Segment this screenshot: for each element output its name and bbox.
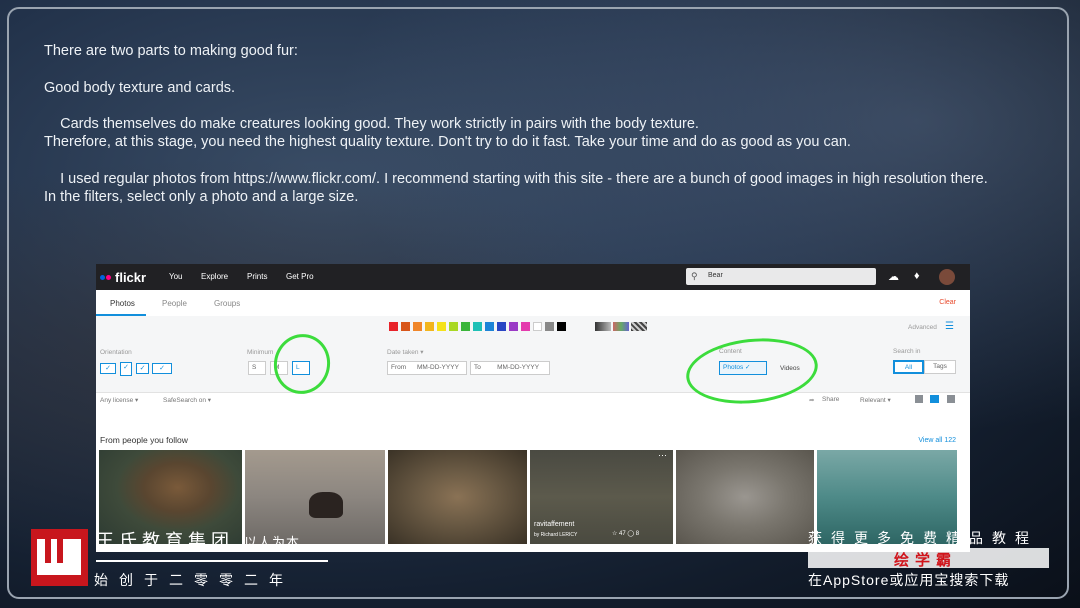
logo-w-notch-right (57, 539, 63, 563)
clear-link[interactable]: Clear (939, 299, 956, 306)
photo-marten[interactable]: ravitaffement by Richard LERICY ☆ 47 ◯ 8… (530, 450, 673, 544)
color-swatch[interactable] (497, 322, 506, 331)
pattern-swatch[interactable] (631, 322, 647, 331)
from-placeholder: MM-DD-YYYY (417, 364, 459, 371)
text-line-3: Cards themselves do make creatures looki… (44, 116, 699, 132)
color-swatch[interactable] (401, 322, 410, 331)
list-view-icon[interactable] (947, 395, 955, 403)
flickr-screenshot: flickr You Explore Prints Get Pro ⚲ Bear… (96, 264, 970, 552)
size-s[interactable]: S (248, 361, 266, 375)
photo-caption-title: ravitaffement (534, 521, 575, 528)
color-swatch[interactable] (545, 322, 554, 331)
grid-view-icon[interactable] (915, 395, 923, 403)
nav-get-pro[interactable]: Get Pro (286, 272, 314, 281)
logo-text: flickr (115, 269, 147, 285)
tab-photos[interactable]: Photos (110, 299, 135, 308)
color-swatch[interactable] (437, 322, 446, 331)
logo-dot-pink (106, 274, 111, 280)
text-line-1: There are two parts to making good fur: (44, 43, 298, 59)
justified-view-icon[interactable] (930, 395, 939, 403)
color-swatch[interactable] (389, 322, 398, 331)
color-swatch[interactable] (425, 322, 434, 331)
filters-panel: Advanced ☰ Orientation ✓ ✓ ✓ ✓ Minimum S… (96, 316, 970, 393)
text-line-4: Therefore, at this stage, you need the h… (44, 134, 851, 150)
orientation-square[interactable]: ✓ (136, 363, 149, 374)
color-swatch[interactable] (557, 322, 566, 331)
promo-line-1: 获得更多免费精品教程 (808, 530, 1038, 546)
date-to-field[interactable]: To MM-DD-YYYY (470, 361, 550, 375)
brand-slogan: 以人为本 (244, 535, 301, 550)
brand-name-cn: 王氏教育集团 (96, 531, 234, 551)
safesearch-dropdown[interactable]: SafeSearch on ▾ (163, 396, 211, 404)
search-in-label: Search in (893, 348, 921, 355)
upload-cloud-icon[interactable]: ☁ (888, 270, 899, 283)
license-dropdown[interactable]: Any license ▾ (100, 396, 138, 404)
color-swatch[interactable] (509, 322, 518, 331)
nav-prints[interactable]: Prints (247, 272, 267, 281)
search-tabs: Photos People Groups Clear (96, 290, 970, 317)
text-line-2: Good body texture and cards. (44, 80, 236, 96)
to-placeholder: MM-DD-YYYY (497, 364, 540, 371)
avatar[interactable] (939, 269, 955, 285)
logo-w-notch-left (45, 539, 51, 563)
date-from-field[interactable]: From MM-DD-YYYY (387, 361, 467, 375)
orientation-portrait[interactable]: ✓ (120, 362, 132, 376)
color-swatch[interactable] (413, 322, 422, 331)
orientation-panorama[interactable]: ✓ (152, 363, 172, 374)
nav-you[interactable]: You (169, 272, 183, 281)
minimum-size-label: Minimum (247, 349, 274, 356)
brand-name: 王氏教育集团 以人为本 (96, 527, 300, 553)
text-line-6: In the filters, select only a photo and … (44, 189, 359, 205)
tab-people[interactable]: People (162, 299, 187, 308)
photo-stats: ☆ 47 ◯ 8 (612, 531, 640, 537)
color-swatch[interactable] (449, 322, 458, 331)
photo-wolf[interactable] (676, 450, 814, 544)
advanced-link[interactable]: Advanced (908, 324, 937, 331)
to-label: To (474, 364, 481, 371)
share-link[interactable]: Share (822, 396, 839, 403)
search-icon: ⚲ (691, 271, 698, 281)
promo-app-name: 绘学霸 (894, 552, 958, 569)
promo-app-name-bar: 绘学霸 (808, 548, 1049, 569)
search-input[interactable]: ⚲ Bear (686, 268, 876, 285)
photo-caption-by: by Richard LERICY (534, 532, 578, 538)
orientation-landscape[interactable]: ✓ (100, 363, 116, 374)
from-label: From (391, 364, 407, 371)
color-swatch[interactable] (521, 322, 530, 331)
color-swatch[interactable] (461, 322, 470, 331)
flickr-logo[interactable]: flickr (100, 269, 146, 285)
date-taken-label[interactable]: Date taken ▾ (387, 348, 424, 356)
founded-text: 始创于二零零二年 (94, 572, 294, 588)
logo-dot-blue (100, 274, 105, 280)
shallow-depth-swatch[interactable] (613, 322, 629, 331)
view-all-link[interactable]: View all 122 (918, 437, 956, 444)
share-icon[interactable]: ➦ (809, 396, 814, 404)
sort-relevant-dropdown[interactable]: Relevant ▾ (860, 396, 891, 404)
section-title: From people you follow (100, 435, 188, 445)
search-in-all[interactable]: All (893, 360, 924, 374)
text-line-5: I used regular photos from https://www.f… (44, 171, 988, 187)
search-in-tags[interactable]: Tags (924, 360, 956, 374)
bw-swatch[interactable] (595, 322, 611, 331)
nav-explore[interactable]: Explore (201, 272, 228, 281)
advanced-filter-icon[interactable]: ☰ (945, 321, 954, 332)
orientation-label: Orientation (100, 349, 132, 356)
color-swatch[interactable] (533, 322, 542, 331)
notification-bell-icon[interactable]: ♦ (914, 270, 920, 282)
color-swatch[interactable] (473, 322, 482, 331)
color-swatch[interactable] (485, 322, 494, 331)
tab-groups[interactable]: Groups (214, 299, 240, 308)
promo-line-3: 在AppStore或应用宝搜索下载 (808, 572, 1010, 588)
brand-underline (96, 560, 328, 562)
search-value: Bear (708, 272, 723, 279)
hyena-shape (309, 492, 343, 518)
photo-baboon[interactable] (388, 450, 527, 544)
more-options-icon[interactable]: ⋯ (658, 450, 667, 461)
flickr-topbar: flickr You Explore Prints Get Pro ⚲ Bear… (96, 264, 970, 290)
wangs-education-logo (31, 529, 88, 586)
